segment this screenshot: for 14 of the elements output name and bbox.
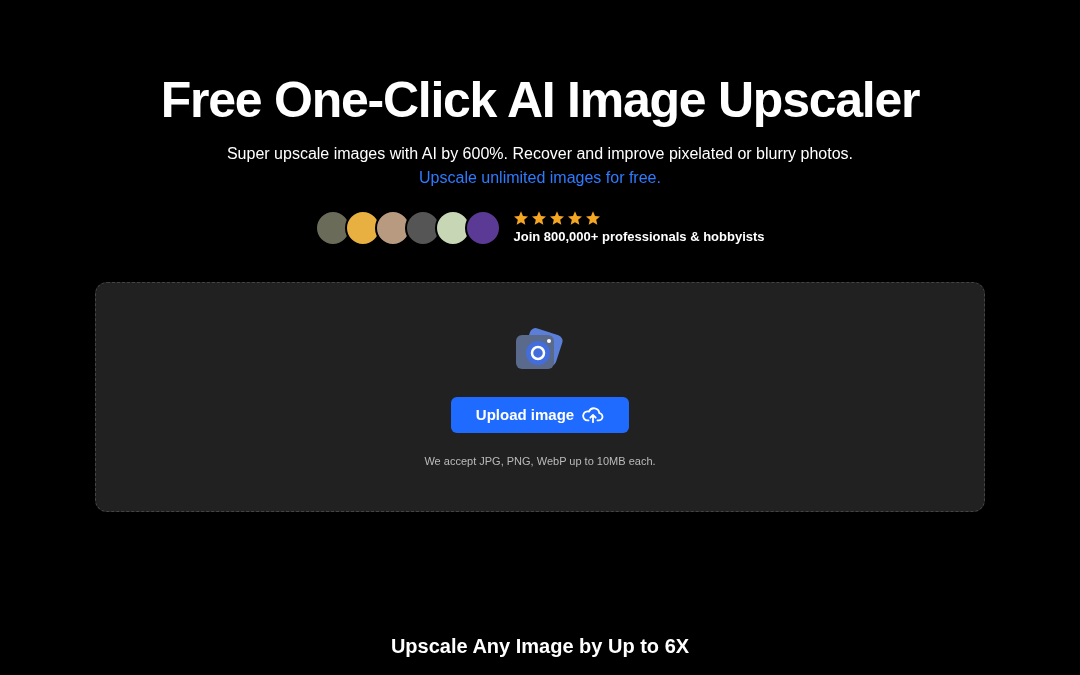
star-icon <box>567 210 584 226</box>
upload-image-button[interactable]: Upload image <box>450 397 630 433</box>
star-icon <box>531 210 548 226</box>
star-icon <box>549 210 566 226</box>
upload-dropzone[interactable]: Upload image We accept JPG, PNG, WebP up to 10MB each. <box>95 282 985 512</box>
page-title: Free One-Click AI Image Upscaler <box>160 71 920 130</box>
star-icon <box>585 210 602 226</box>
users-caption: Join 800,000+ professionals & hobbyists <box>513 228 765 246</box>
free-upscale-link[interactable]: Upscale unlimited images for free. <box>419 166 661 190</box>
subtitle: Super upscale images with AI by 600%. Recover and improve pixelated or blurry photos. <box>226 144 854 164</box>
file-types-note: We accept JPG, PNG, WebP up to 10MB each. <box>424 454 656 469</box>
star-icon <box>513 210 530 226</box>
section-heading: Upscale Any Image by Up to 6X <box>390 634 690 658</box>
cloud-upload-icon <box>582 406 605 424</box>
